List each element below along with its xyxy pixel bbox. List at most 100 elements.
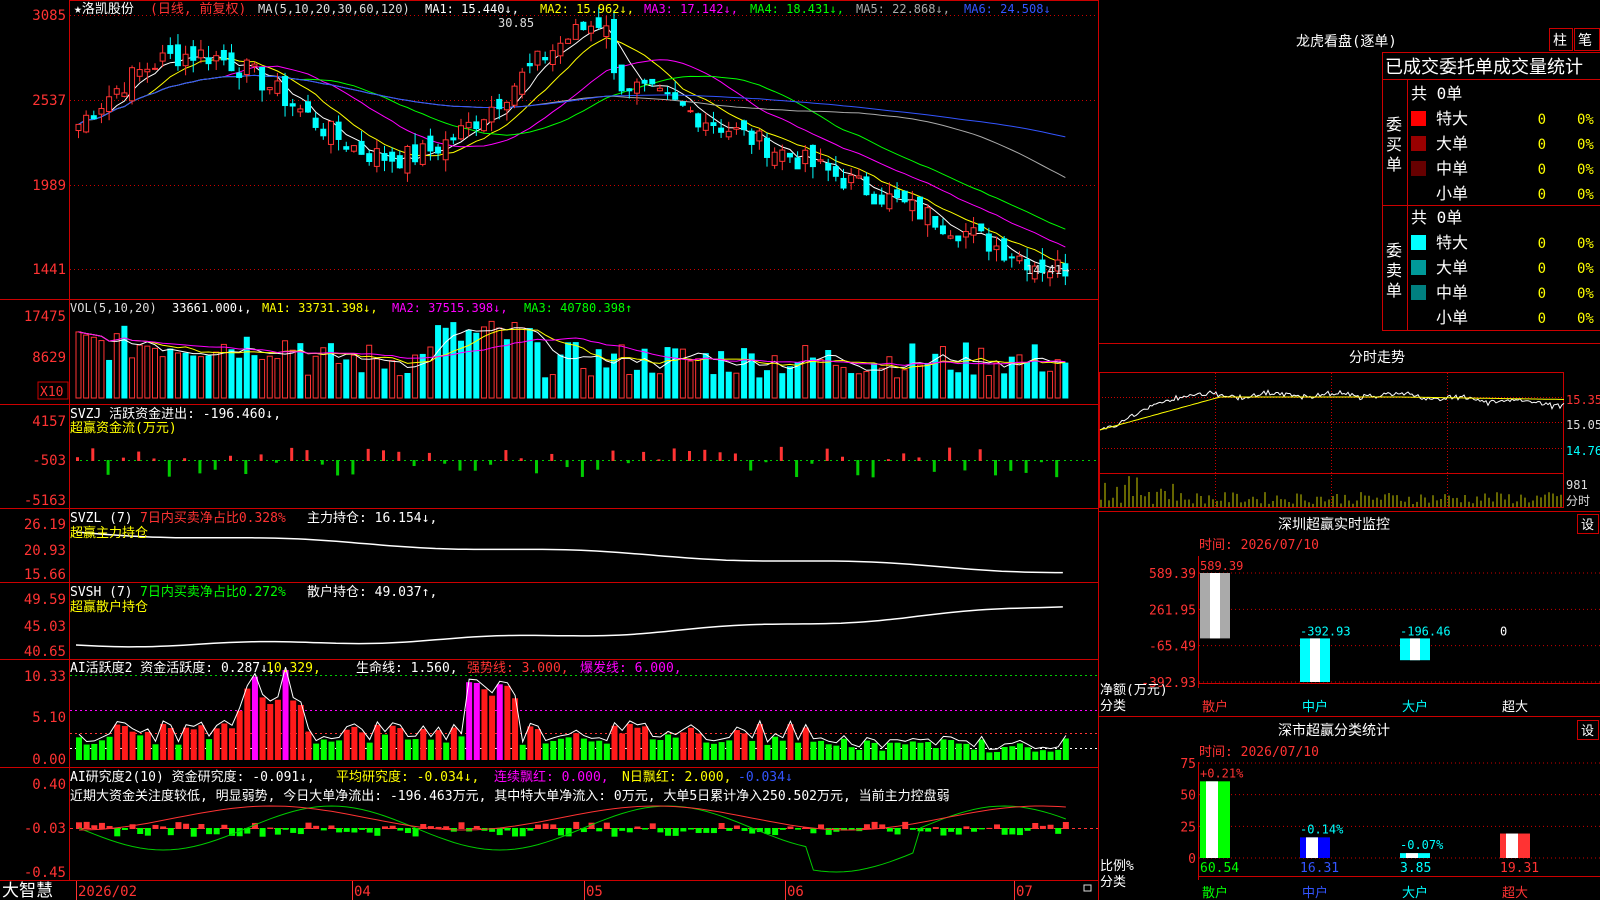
tab-bar[interactable]: 柱 xyxy=(1553,33,1567,49)
sz-class-y-label: 50 xyxy=(1180,789,1196,804)
svzj-bar xyxy=(688,450,691,461)
research-bar xyxy=(1032,823,1039,829)
svzj-bar xyxy=(443,460,447,464)
ai-bar xyxy=(787,724,794,760)
ai-bar xyxy=(305,731,312,760)
ai-bar xyxy=(144,731,151,760)
sz-class-bar xyxy=(1300,837,1330,858)
volume-bar xyxy=(129,357,136,399)
svsh-y-label-3: 40.65 xyxy=(24,644,66,660)
lock-icon[interactable] xyxy=(1083,884,1092,892)
svzj-bar xyxy=(198,460,202,474)
sz-monitor-category: 散户 xyxy=(1202,699,1228,715)
vol-unit: X10 xyxy=(40,385,63,400)
candle-body xyxy=(412,144,419,163)
lhb-row-name: 小单 xyxy=(1436,184,1468,203)
svzj-bar xyxy=(825,448,829,461)
volume-bar xyxy=(1024,362,1031,399)
svzl-line xyxy=(75,531,1063,574)
fenshi-y-label-1: 15.35 xyxy=(1566,393,1600,407)
volume-bar xyxy=(794,362,801,399)
research-bar xyxy=(213,828,220,835)
svzj-bar xyxy=(183,458,187,461)
ai-activity-panel[interactable]: AI活跃度2 资金活跃度: 0.287↓, 10.329, 生命线: 1.560… xyxy=(24,660,1098,768)
ai-research-panel[interactable]: AI研究度2(10) 资金研究度: -0.091↓, 平均研究度: -0.034… xyxy=(24,769,1098,881)
svzl-y-label-1: 26.19 xyxy=(24,517,66,533)
volume-bar xyxy=(618,344,625,399)
sz-monitor-setting-button[interactable]: 设 xyxy=(1581,518,1594,533)
price-panel[interactable]: ★洛凯股份 (日线, 前复权) MA(5,10,20,30,60,120) MA… xyxy=(32,1,1098,287)
research-bar xyxy=(160,826,167,829)
svzj-panel[interactable]: SVZJ 活跃资金进出: -196.460↓, 超赢资金流(万元) 4157 -… xyxy=(24,406,1098,509)
volume-bar xyxy=(373,358,380,399)
fenshi-panel[interactable]: 分时走势 15.35 15.05 14.76 981 分时 xyxy=(1099,350,1600,508)
ai-bar xyxy=(343,729,350,760)
volume-bar xyxy=(924,362,931,399)
candle-body xyxy=(656,87,663,92)
volume-bar xyxy=(993,362,1000,399)
panel-frames xyxy=(0,0,1600,900)
candle-body xyxy=(274,80,281,94)
sz-class-category: 中户 xyxy=(1302,885,1328,900)
candle-body xyxy=(366,153,373,162)
res-label-4: N日飘红: 2.000, xyxy=(622,769,731,785)
candle-body xyxy=(649,78,656,85)
candle-body xyxy=(236,72,243,78)
volume-bars xyxy=(75,320,1069,399)
ai-bar xyxy=(412,739,419,760)
research-bar xyxy=(550,824,557,829)
svzl-panel[interactable]: SVZL (7) 7日内买卖净占比0.328% 主力持仓: 16.154↓, 超… xyxy=(24,510,1063,583)
lhb-swatch xyxy=(1411,235,1426,250)
volume-bar xyxy=(542,377,549,399)
volume-bar xyxy=(350,354,357,399)
ai-bar xyxy=(955,743,962,760)
research-bar xyxy=(971,828,978,832)
svsh-subtitle: 超赢散户持仓 xyxy=(70,599,148,615)
lhb-row-name: 大单 xyxy=(1436,258,1468,277)
ai-bar xyxy=(649,739,656,760)
volume-bar xyxy=(190,355,197,399)
volume-bar xyxy=(817,358,824,399)
candle-body xyxy=(786,152,793,158)
ai-bar xyxy=(626,723,633,760)
ai-bar xyxy=(504,685,511,760)
research-bar xyxy=(626,828,633,833)
svzj-y-label-2: -503 xyxy=(32,453,66,469)
svsh-panel[interactable]: SVSH (7) 7日内买卖净占比0.272% 散户持仓: 49.037↑, 超… xyxy=(24,584,1063,660)
volume-bar xyxy=(917,364,923,399)
candle-body xyxy=(404,145,411,174)
ai-bar xyxy=(535,729,541,760)
lhb-panel[interactable]: 龙虎看盘(逐单) 柱 笔 已成交委托单成交量统计 委买单 委卖单 共 0单 共 … xyxy=(1296,28,1600,331)
volume-bar xyxy=(825,350,832,399)
volume-panel[interactable]: VOL(5,10,20) 33661.000↓, MA1: 33731.398↓… xyxy=(24,301,1069,400)
date-axis[interactable]: 大智慧 2026/02 04 05 06 07 xyxy=(2,881,1092,900)
volume-bar xyxy=(1039,371,1046,399)
sz-class-y-label: 75 xyxy=(1180,757,1196,772)
low-marker: 14.41→ xyxy=(1026,263,1069,277)
ai-bar xyxy=(557,738,564,760)
sz-monitor-panel[interactable]: 深圳超赢实时监控 设 时间: 2026/07/10 589.39 261.95 -6… xyxy=(1100,514,1600,716)
ai-bar xyxy=(313,743,320,760)
volume-bar xyxy=(1001,373,1008,399)
ai-bars xyxy=(76,670,1069,760)
svzj-bar xyxy=(519,458,523,461)
ai-bar xyxy=(741,733,748,760)
ai-bar xyxy=(267,704,274,760)
tab-bi[interactable]: 笔 xyxy=(1578,33,1592,49)
candle-body xyxy=(687,110,694,113)
svzj-bar xyxy=(412,460,416,467)
sz-class-setting-button[interactable]: 设 xyxy=(1581,724,1594,739)
volume-bar xyxy=(1031,344,1038,399)
sell-total: 共 0单 xyxy=(1411,208,1462,227)
svzj-bar xyxy=(580,460,584,477)
candle-body xyxy=(534,50,541,66)
chart-mode[interactable]: (日线, 前复权) xyxy=(150,1,246,17)
ai-y-label-2: 5.10 xyxy=(32,710,66,726)
ai-label-4: 强势线: 3.000, xyxy=(467,660,569,676)
candle-body xyxy=(978,223,985,232)
ai-label-2: 10.329, xyxy=(266,661,321,676)
sz-class-panel[interactable]: 深市超赢分类统计 设 时间: 2026/07/10 75 50 25 0 +0.21%… xyxy=(1100,720,1600,900)
research-bar xyxy=(535,824,541,829)
volume-bar xyxy=(496,327,503,399)
volume-bar xyxy=(442,327,449,399)
